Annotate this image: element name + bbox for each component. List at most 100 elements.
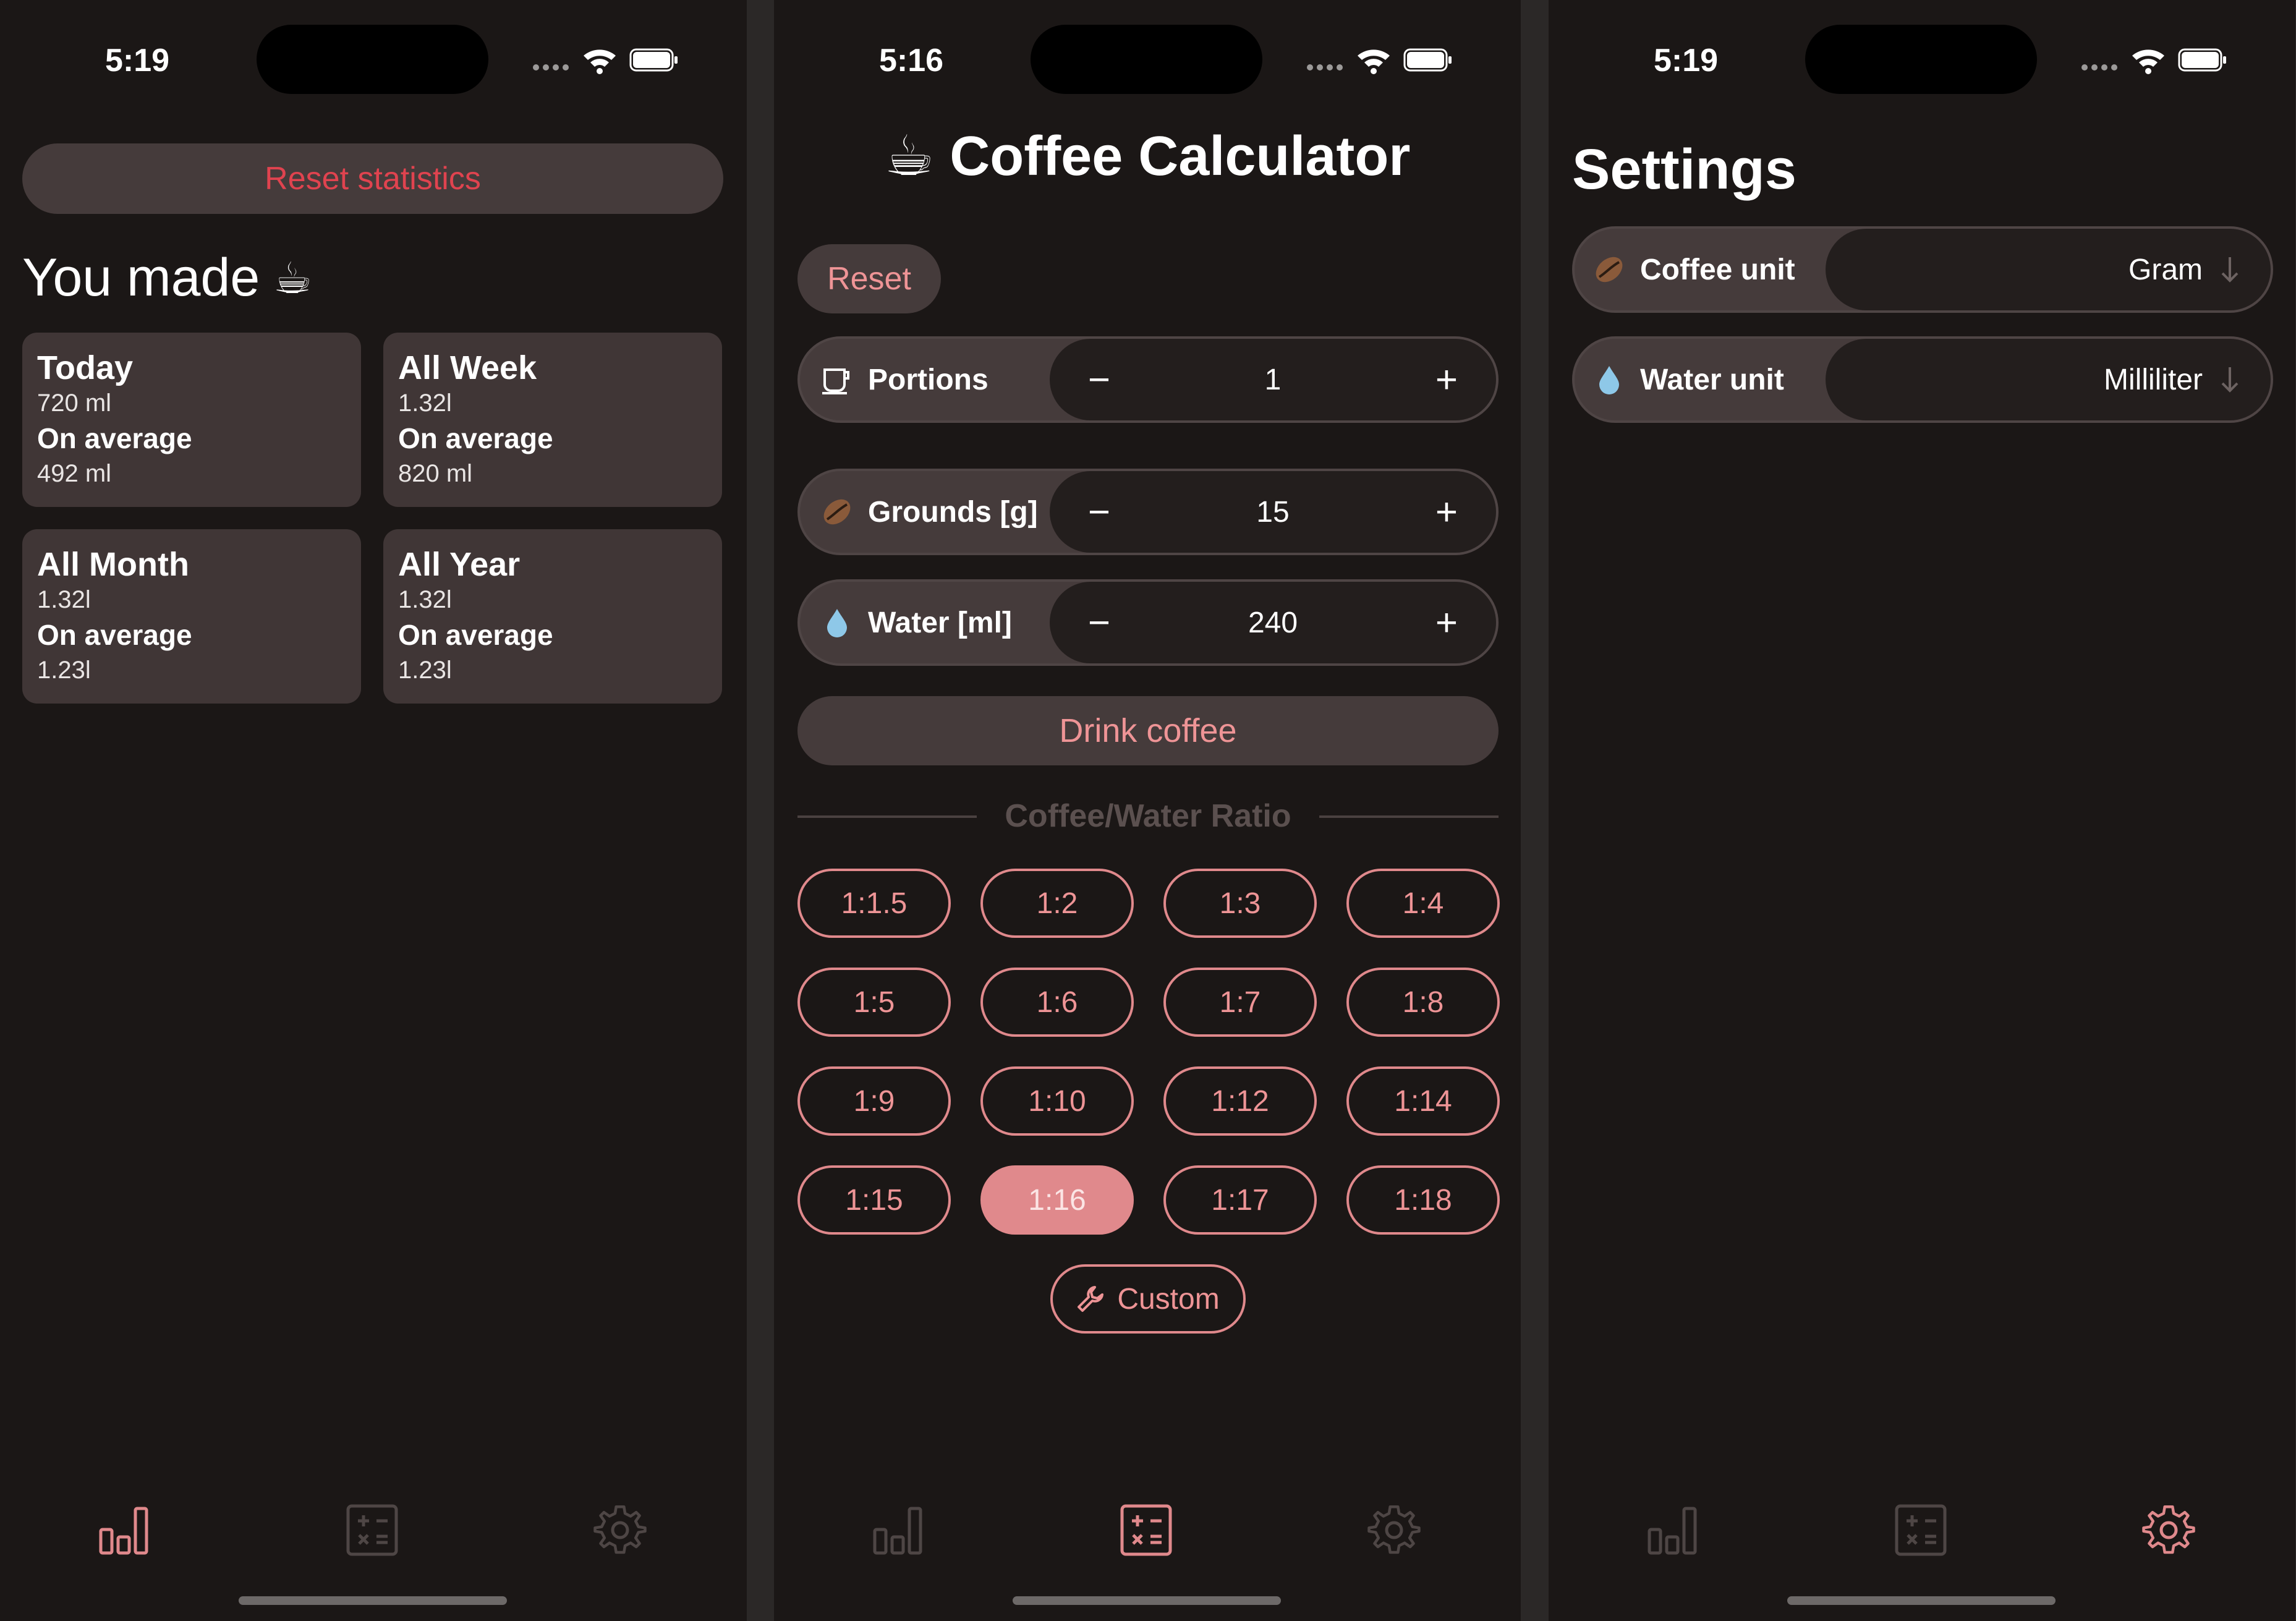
tab-calculator-icon[interactable]: [1893, 1502, 1949, 1558]
coffee-unit-value: Gram: [2128, 253, 2203, 286]
water-value[interactable]: 240: [1136, 582, 1409, 663]
water-unit-setting: Water unit Milliliter: [1572, 336, 2273, 423]
status-time: 5:19: [105, 43, 170, 79]
ratio-button[interactable]: 1:12: [1163, 1066, 1317, 1136]
stat-average-label: On average: [398, 422, 553, 454]
water-unit-select[interactable]: Milliliter: [1826, 339, 2271, 420]
ratio-button[interactable]: 1:3: [1163, 869, 1317, 938]
status-bar: 5:19: [0, 0, 747, 124]
grounds-control: − 15 +: [1050, 471, 1496, 553]
tab-settings-gear-icon[interactable]: [592, 1502, 648, 1558]
dynamic-island: [1805, 25, 2037, 94]
tab-bar: [0, 1502, 747, 1583]
portions-decrement-button[interactable]: −: [1062, 339, 1136, 420]
portions-increment-button[interactable]: +: [1409, 339, 1484, 420]
ratio-button[interactable]: 1:4: [1346, 869, 1500, 938]
stat-average: 820 ml: [398, 460, 473, 487]
cup-icon: [822, 368, 849, 394]
stat-total: 720 ml: [37, 389, 112, 417]
tab-bar: [1549, 1502, 2295, 1583]
battery-icon: [1403, 48, 1452, 72]
home-indicator[interactable]: [239, 1596, 507, 1605]
ratio-button[interactable]: 1:16: [980, 1165, 1134, 1235]
coffee-unit-setting: Coffee unit Gram: [1572, 226, 2273, 313]
stat-card-year: All Year 1.32l On average 1.23l: [383, 529, 722, 704]
dynamic-island: [1031, 25, 1262, 94]
stat-title: All Year: [398, 546, 521, 583]
status-bar: 5:19: [1549, 0, 2295, 124]
grounds-decrement-button[interactable]: −: [1062, 471, 1136, 553]
status-time: 5:19: [1654, 43, 1719, 79]
app-screens: 5:19 Reset statistics You made ☕ Today 7…: [0, 0, 2296, 1621]
portions-value[interactable]: 1: [1136, 339, 1409, 420]
status-bar: 5:16: [774, 0, 1521, 124]
tab-bar: [774, 1502, 1521, 1583]
water-label-text: Water [ml]: [868, 606, 1012, 639]
tab-statistics-bar-chart-icon[interactable]: [1644, 1502, 1700, 1558]
you-made-text: You made: [22, 248, 260, 307]
ratio-button[interactable]: 1:7: [1163, 968, 1317, 1037]
grounds-label: Grounds [g]: [821, 471, 1038, 553]
wifi-icon: [584, 49, 616, 74]
signal-icon: [1307, 64, 1346, 72]
ratio-button[interactable]: 1:9: [797, 1066, 951, 1136]
home-indicator[interactable]: [1787, 1596, 2056, 1605]
signal-icon: [2081, 64, 2121, 72]
wrench-icon: [1078, 1286, 1104, 1312]
portions-label: Portions: [821, 339, 989, 420]
coffee-unit-label-text: Coffee unit: [1640, 253, 1795, 286]
tab-calculator-icon[interactable]: [344, 1502, 400, 1558]
reset-statistics-button[interactable]: Reset statistics: [22, 143, 723, 214]
page-title: ☕ Coffee Calculator: [884, 126, 1411, 187]
ratio-section-header: Coffee/Water Ratio: [797, 794, 1499, 838]
water-drop-icon: [827, 609, 847, 637]
coffee-bean-icon: [823, 499, 851, 525]
ratio-button[interactable]: 1:8: [1346, 968, 1500, 1037]
calculator-screen: 5:16 ☕ Coffee Calculator Reset Portions …: [774, 0, 1521, 1621]
ratio-button[interactable]: 1:5: [797, 968, 951, 1037]
coffee-unit-label: Coffee unit: [1593, 229, 1795, 310]
ratio-button[interactable]: 1:14: [1346, 1066, 1500, 1136]
stat-total: 1.32l: [37, 586, 91, 613]
coffee-unit-select[interactable]: Gram: [1826, 229, 2271, 310]
stat-total: 1.32l: [398, 389, 452, 417]
stat-average: 1.23l: [398, 657, 452, 684]
ratio-button[interactable]: 1:2: [980, 869, 1134, 938]
ratio-button[interactable]: 1:15: [797, 1165, 951, 1235]
grounds-value[interactable]: 15: [1136, 471, 1409, 553]
home-indicator[interactable]: [1013, 1596, 1281, 1605]
water-unit-label-text: Water unit: [1640, 363, 1784, 396]
tab-statistics-bar-chart-icon[interactable]: [870, 1502, 925, 1558]
water-drop-icon: [1599, 366, 1619, 394]
water-control: − 240 +: [1050, 582, 1496, 663]
portions-stepper: Portions − 1 +: [797, 336, 1499, 423]
stat-average-label: On average: [37, 619, 192, 651]
stat-card-today: Today 720 ml On average 492 ml: [22, 333, 361, 507]
custom-ratio-button[interactable]: Custom: [1050, 1264, 1246, 1334]
reset-button[interactable]: Reset: [797, 244, 941, 313]
tab-statistics-bar-chart-icon[interactable]: [96, 1502, 151, 1558]
water-stepper: Water [ml] − 240 +: [797, 579, 1499, 666]
ratio-button[interactable]: 1:1.5: [797, 869, 951, 938]
divider: [1319, 815, 1499, 818]
drink-coffee-button[interactable]: Drink coffee: [797, 696, 1499, 765]
ratio-button[interactable]: 1:18: [1346, 1165, 1500, 1235]
arrow-down-icon: [2221, 257, 2239, 283]
ratio-button[interactable]: 1:17: [1163, 1165, 1317, 1235]
battery-icon: [629, 48, 678, 72]
water-decrement-button[interactable]: −: [1062, 582, 1136, 663]
grounds-label-text: Grounds [g]: [868, 495, 1038, 529]
stat-card-month: All Month 1.32l On average 1.23l: [22, 529, 361, 704]
stat-average-label: On average: [37, 422, 192, 454]
water-increment-button[interactable]: +: [1409, 582, 1484, 663]
grounds-increment-button[interactable]: +: [1409, 471, 1484, 553]
stat-average: 1.23l: [37, 657, 91, 684]
grounds-stepper: Grounds [g] − 15 +: [797, 469, 1499, 555]
tab-settings-gear-icon[interactable]: [1366, 1502, 1422, 1558]
tab-settings-gear-icon[interactable]: [2141, 1502, 2196, 1558]
settings-screen: 5:19 Settings Coffee unit Gram Water uni…: [1549, 0, 2295, 1621]
ratio-button[interactable]: 1:10: [980, 1066, 1134, 1136]
portions-control: − 1 +: [1050, 339, 1496, 420]
ratio-button[interactable]: 1:6: [980, 968, 1134, 1037]
tab-calculator-icon[interactable]: [1118, 1502, 1174, 1558]
